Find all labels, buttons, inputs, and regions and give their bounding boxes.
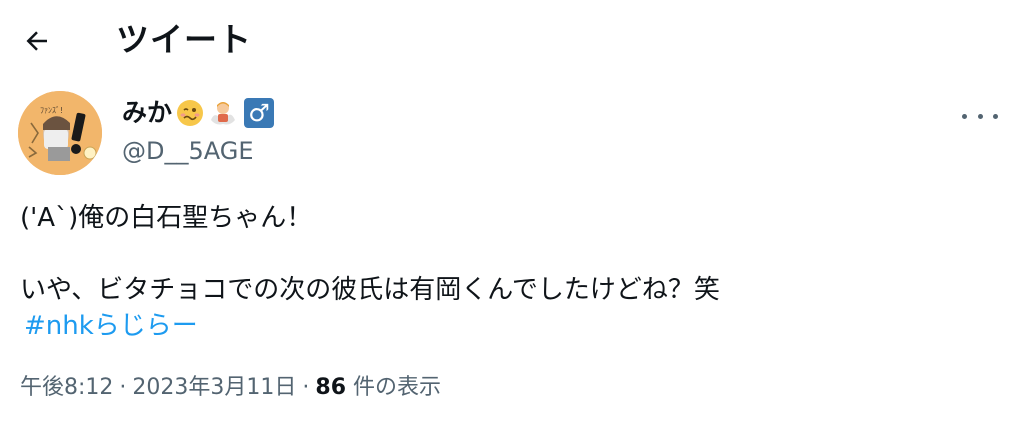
top-bar: ツイート <box>0 0 1024 84</box>
tweet-text-line-2: いや、ビタチョコでの次の彼氏は有岡くんでしたけどね？笑 <box>20 275 720 305</box>
meta-separator: · <box>119 375 127 400</box>
views-count: 86 <box>315 375 347 400</box>
woozy-face-icon <box>177 100 204 126</box>
male-sign-icon: ♂ <box>244 98 275 128</box>
more-horizontal-icon <box>962 113 967 119</box>
author-name-row[interactable]: みか ♂ <box>122 96 275 130</box>
avatar-text: ﾌｧﾝｽﾞ! <box>40 106 63 115</box>
page-title: ツイート <box>116 20 252 59</box>
hashtag-link[interactable]: #nhkらじらー <box>24 308 198 344</box>
back-button[interactable] <box>20 24 54 58</box>
avatar-image: ﾌｧﾝｽﾞ! <box>18 91 102 175</box>
views-label: 件の表示 <box>353 375 442 400</box>
tweet-detail-page: ツイート ﾌｧﾝｽﾞ! みか ♂ @D__5AGE ('A`)俺の白石聖ちゃん！… <box>0 0 1024 433</box>
meta-separator: · <box>302 375 310 400</box>
more-horizontal-icon <box>977 113 983 119</box>
arrow-left-icon <box>26 31 47 51</box>
tweet-time: 午後8:12 <box>20 375 114 400</box>
tweet-meta: 午後8:12 · 2023年3月11日 · 86 件の表示 <box>20 373 441 403</box>
tweet-date: 2023年3月11日 <box>132 375 297 400</box>
author-handle[interactable]: @D__5AGE <box>122 136 254 166</box>
more-horizontal-icon <box>993 113 998 119</box>
avatar[interactable]: ﾌｧﾝｽﾞ! <box>18 91 102 175</box>
more-options-button[interactable] <box>962 104 998 128</box>
author-name: みか <box>122 98 173 127</box>
tweet-time-link[interactable]: 午後8:12 · 2023年3月11日 <box>20 375 296 400</box>
person-in-steamy-room-icon <box>211 102 236 125</box>
tweet-text-line-1: ('A`)俺の白石聖ちゃん！ <box>20 203 313 233</box>
